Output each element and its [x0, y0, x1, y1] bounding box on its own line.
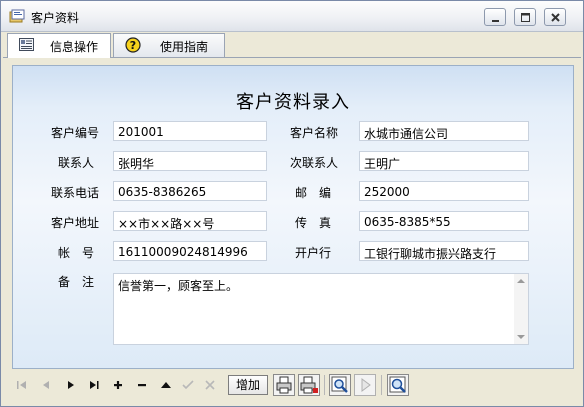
customer-id-field[interactable]: 201001 — [113, 121, 267, 141]
bank-field[interactable]: 工银行聊城市振兴路支行 — [359, 241, 529, 261]
address-label: 客户地址 — [51, 216, 100, 230]
minimize-button[interactable] — [484, 8, 506, 26]
tab-label: 使用指南 — [160, 40, 209, 54]
first-record-button[interactable] — [11, 374, 33, 396]
secondary-contact-field[interactable]: 王明广 — [359, 151, 529, 171]
next-record-button[interactable] — [59, 374, 81, 396]
address-field[interactable]: ××市××路××号 — [113, 211, 267, 231]
customer-form-panel: 客户资料录入 客户编号 201001 客户名称 水城市通信公司 联系人 张明华 … — [12, 65, 574, 369]
navigator-toolbar: 增加 — [1, 371, 583, 399]
post-record-button[interactable] — [177, 374, 199, 396]
prev-record-button[interactable] — [35, 374, 57, 396]
remarks-scrollbar[interactable] — [514, 274, 528, 344]
fax-field[interactable]: 0635-8385*55 — [359, 211, 529, 231]
next-record-icon — [68, 381, 74, 389]
print-icon — [273, 374, 295, 396]
zoom-icon — [387, 374, 409, 396]
info-card-icon — [18, 37, 36, 53]
toolbar-separator — [381, 375, 382, 395]
search-button[interactable] — [329, 374, 351, 396]
delete-record-button[interactable] — [131, 374, 153, 396]
last-record-icon — [90, 381, 99, 389]
print-preview-button[interactable] — [298, 374, 320, 396]
remarks-text: 信誉第一，顾客至上。 — [118, 279, 239, 293]
customer-name-label: 客户名称 — [290, 126, 339, 140]
close-icon — [551, 13, 560, 22]
bank-label: 开户行 — [295, 246, 332, 260]
minimize-icon — [492, 20, 499, 22]
maximize-button[interactable] — [514, 8, 536, 26]
account-label: 帐 号 — [58, 246, 95, 260]
cancel-record-button[interactable] — [199, 374, 221, 396]
contact-field[interactable]: 张明华 — [113, 151, 267, 171]
phone-label: 联系电话 — [51, 186, 100, 200]
tab-strip: 信息操作 ? 使用指南 — [3, 32, 581, 58]
play-icon — [354, 374, 376, 396]
print-button[interactable] — [273, 374, 295, 396]
remarks-label: 备 注 — [58, 275, 95, 289]
customer-name-field[interactable]: 水城市通信公司 — [359, 121, 529, 141]
help-icon: ? — [124, 37, 142, 53]
close-button[interactable] — [544, 8, 566, 26]
zoom-button[interactable] — [387, 374, 409, 396]
fax-label: 传 真 — [295, 216, 332, 230]
app-window: 客户资料 信息操作 ? 使用指南 客户资料录入 客户编号 201001 客户名称… — [0, 0, 584, 407]
last-record-button[interactable] — [83, 374, 105, 396]
customer-id-label: 客户编号 — [51, 126, 100, 140]
prev-record-icon — [43, 381, 49, 389]
first-record-icon — [17, 381, 26, 389]
phone-field[interactable]: 0635-8386265 — [113, 181, 267, 201]
toolbar-separator — [324, 375, 325, 395]
title-bar[interactable]: 客户资料 — [1, 1, 583, 32]
tab-label: 信息操作 — [50, 40, 99, 54]
edit-record-button[interactable] — [155, 374, 177, 396]
secondary-contact-label: 次联系人 — [290, 156, 339, 170]
scroll-up-icon[interactable] — [517, 279, 525, 283]
postcode-label: 邮 编 — [295, 186, 332, 200]
contact-label: 联系人 — [58, 156, 95, 170]
window-title: 客户资料 — [31, 11, 80, 25]
print-preview-icon — [298, 374, 320, 396]
remarks-textarea[interactable]: 信誉第一，顾客至上。 — [113, 273, 529, 345]
tab-user-guide[interactable]: ? 使用指南 — [113, 33, 225, 57]
maximize-icon — [521, 13, 530, 22]
check-icon — [182, 380, 194, 390]
up-triangle-icon — [161, 382, 171, 388]
add-button[interactable]: 增加 — [228, 375, 268, 395]
account-field[interactable]: 16110009024814996 — [113, 241, 267, 261]
app-icon — [9, 9, 25, 23]
x-icon — [205, 380, 215, 390]
insert-record-button[interactable] — [107, 374, 129, 396]
search-icon — [329, 374, 351, 396]
minus-icon — [138, 384, 146, 387]
scroll-down-icon[interactable] — [517, 335, 525, 339]
postcode-field[interactable]: 252000 — [359, 181, 529, 201]
plus-icon — [114, 381, 122, 389]
tab-info-operation[interactable]: 信息操作 — [7, 33, 111, 58]
form-title: 客户资料录入 — [236, 92, 350, 113]
play-button[interactable] — [354, 374, 376, 396]
svg-text:?: ? — [130, 39, 136, 52]
